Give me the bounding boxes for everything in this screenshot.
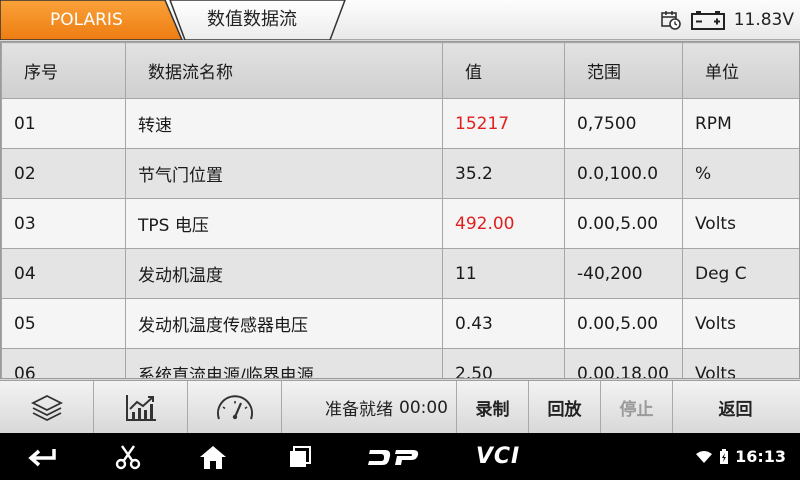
table-row[interactable]: 05 发动机温度传感器电压 0.43 0.00,5.00 Volts xyxy=(1,298,799,349)
table-row[interactable]: 03 TPS 电压 492.00 0.00,5.00 Volts xyxy=(1,198,799,249)
cell-unit: Volts xyxy=(682,298,799,349)
cell-range: 0.00,5.00 xyxy=(564,298,683,349)
table-row[interactable]: 02 节气门位置 35.2 0.0,100.0% xyxy=(1,148,799,199)
record-button[interactable]: 录制 xyxy=(457,381,529,434)
gauge-icon xyxy=(216,394,253,419)
battery-icon xyxy=(690,11,725,30)
top-bar: POLARIS 数值数据流 11.83V xyxy=(0,0,800,40)
calendar-clock-icon xyxy=(660,11,681,30)
status-text: 准备就绪 xyxy=(325,400,393,420)
column-header-range: 范围 xyxy=(564,42,683,99)
screenshot-button[interactable] xyxy=(108,433,148,480)
cell-number: 02 xyxy=(1,148,126,199)
cell-range: -40,200 xyxy=(564,248,683,299)
cell-name: 转速 xyxy=(125,98,443,149)
column-header-value: 值 xyxy=(442,42,565,99)
chart-button[interactable] xyxy=(94,381,188,434)
cell-number: 06 xyxy=(1,348,126,378)
table-header-row: 序号 数据流名称 值 范围 单位 xyxy=(1,42,799,99)
cell-number: 01 xyxy=(1,98,126,149)
battery-voltage: 11.83V xyxy=(733,10,794,30)
cell-name: 节气门位置 xyxy=(125,148,443,199)
clock-time: 16:13 xyxy=(735,447,786,466)
cell-name: 发动机温度传感器电压 xyxy=(125,298,443,349)
cell-number: 03 xyxy=(1,198,126,249)
record-timer: 00:00 xyxy=(399,397,448,418)
record-status: 准备就绪 00:00 xyxy=(282,381,457,434)
recent-apps-icon xyxy=(290,445,311,467)
cell-range: 0.0,100.0 xyxy=(564,148,683,199)
brand-tab[interactable]: POLARIS xyxy=(50,0,160,40)
cell-name: 系统直流电源/临界电源 xyxy=(125,348,443,378)
table-row[interactable]: 04 发动机温度 11 -40,200 Deg C xyxy=(1,248,799,299)
back-arrow-icon xyxy=(28,448,56,466)
system-status: 16:13 xyxy=(695,433,786,480)
bottom-toolbar: 准备就绪 00:00 录制 回放 停止 返回 xyxy=(0,380,800,434)
recents-nav-button[interactable] xyxy=(280,433,320,480)
stop-button[interactable]: 停止 xyxy=(601,381,673,434)
table-row[interactable]: 06 系统直流电源/临界电源 2.50 0.00,18.00 Volts xyxy=(1,348,799,378)
page-title-tab[interactable]: 数值数据流 xyxy=(207,0,327,40)
column-header-unit: 单位 xyxy=(682,42,799,99)
cell-name: 发动机温度 xyxy=(125,248,443,299)
vci-button[interactable]: VCI xyxy=(466,433,530,480)
cell-unit: Volts xyxy=(682,348,799,378)
dp-logo-icon xyxy=(368,449,419,465)
chart-icon xyxy=(125,394,156,421)
layers-icon xyxy=(30,394,63,421)
data-stream-table[interactable]: 序号 数据流名称 值 范围 单位 01 转速 15217 0,7500 RPM 02 节气门… xyxy=(0,41,800,379)
cell-unit: Volts xyxy=(682,198,799,249)
cell-value: 11 xyxy=(442,248,565,299)
cell-number: 05 xyxy=(1,298,126,349)
cell-range: 0,7500 xyxy=(564,98,683,149)
cell-value: 2.50 xyxy=(442,348,565,378)
home-icon xyxy=(200,445,226,469)
layers-button[interactable] xyxy=(0,381,94,434)
cell-value: 35.2 xyxy=(442,148,565,199)
back-button[interactable]: 返回 xyxy=(673,381,798,434)
table-row[interactable]: 01 转速 15217 0,7500 RPM xyxy=(1,98,799,149)
dp-logo-button[interactable] xyxy=(364,433,424,480)
cell-unit: Deg C xyxy=(682,248,799,299)
battery-charging-icon xyxy=(720,448,729,464)
status-area: 11.83V xyxy=(660,0,794,40)
cell-value: 0.43 xyxy=(442,298,565,349)
cell-unit: % xyxy=(682,148,799,199)
scissors-icon xyxy=(115,444,141,469)
cell-range: 0.00,18.00 xyxy=(564,348,683,378)
playback-button[interactable]: 回放 xyxy=(529,381,601,434)
back-nav-button[interactable] xyxy=(22,433,62,480)
home-nav-button[interactable] xyxy=(193,433,233,480)
system-nav-bar: VCI 16:13 xyxy=(0,433,800,480)
column-header-name: 数据流名称 xyxy=(125,42,443,99)
wifi-icon xyxy=(696,450,713,463)
cell-value: 15217 xyxy=(442,98,565,149)
cell-value: 492.00 xyxy=(442,198,565,249)
gauge-button[interactable] xyxy=(188,381,282,434)
cell-unit: RPM xyxy=(682,98,799,149)
column-header-number: 序号 xyxy=(1,42,126,99)
cell-name: TPS 电压 xyxy=(125,198,443,249)
cell-range: 0.00,5.00 xyxy=(564,198,683,249)
cell-number: 04 xyxy=(1,248,126,299)
